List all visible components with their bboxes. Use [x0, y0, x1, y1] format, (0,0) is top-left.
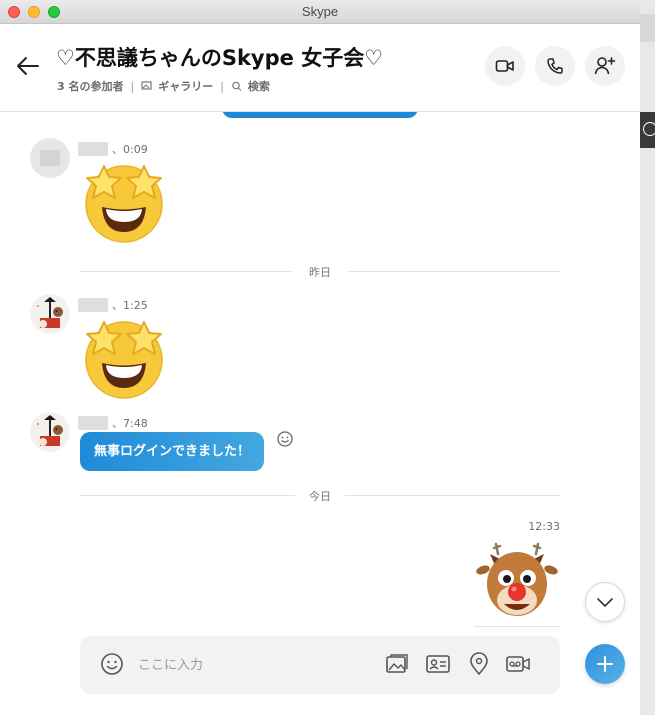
location-pin-icon[interactable] [466, 652, 492, 676]
message-input[interactable] [138, 654, 358, 676]
day-divider-label: 今日 [299, 490, 341, 503]
skype-window: Skype ♡不思議ちゃんのSkype 女子会♡ 3 名の参加者 | ギャラリー… [0, 0, 640, 715]
contact-card-icon[interactable] [425, 652, 451, 676]
avatar[interactable] [30, 412, 70, 452]
chevron-down-icon [597, 598, 613, 607]
search-icon [232, 81, 242, 91]
day-divider-label: 昨日 [299, 266, 341, 279]
conversation-header: ♡不思議ちゃんのSkype 女子会♡ 3 名の参加者 | ギャラリー | 検索 [0, 24, 640, 112]
arrow-left-icon [17, 57, 39, 75]
back-button[interactable] [14, 54, 42, 78]
message-meta: 、1:25 [78, 297, 148, 313]
separator: | [220, 79, 224, 93]
plus-button[interactable] [585, 644, 625, 684]
message-bubble-partial [222, 112, 418, 118]
video-call-button[interactable] [485, 46, 525, 86]
add-reaction-icon[interactable] [276, 430, 294, 448]
audio-call-button[interactable] [535, 46, 575, 86]
gallery-link[interactable]: ギャラリー [158, 78, 213, 94]
search-link[interactable]: 検索 [248, 78, 270, 94]
title-bar: Skype [0, 0, 640, 24]
star-eyes-emoji[interactable] [82, 316, 166, 400]
plus-icon [597, 656, 613, 672]
day-divider: 今日 [80, 488, 560, 503]
phone-icon [547, 58, 563, 74]
conversation-subline: 3 名の参加者 | ギャラリー | 検索 [57, 78, 270, 94]
day-divider: 昨日 [80, 264, 560, 279]
message-time: 、7:48 [112, 417, 148, 430]
video-camera-icon [495, 60, 514, 72]
image-icon[interactable] [384, 652, 410, 676]
avatar[interactable] [30, 138, 70, 178]
message-time: 、0:09 [112, 143, 148, 156]
avatar[interactable] [30, 294, 70, 334]
voicemail-icon[interactable] [505, 652, 531, 676]
background-app-edge [640, 0, 655, 715]
reindeer-sticker[interactable] [474, 540, 560, 626]
message-time: 、1:25 [112, 299, 148, 312]
gallery-icon [141, 81, 152, 90]
smiley-icon[interactable] [100, 652, 124, 676]
add-person-icon [594, 57, 616, 75]
add-participant-button[interactable] [585, 46, 625, 86]
sender-name-redacted [78, 298, 108, 312]
window-title: Skype [301, 4, 339, 19]
scroll-to-bottom-button[interactable] [585, 582, 625, 622]
separator: | [130, 79, 135, 93]
message-list[interactable]: 、0:09 昨日 、1:25 、7:48 無事ログインできました！ 今日 12:… [0, 112, 640, 630]
message-meta: 、0:09 [78, 141, 148, 157]
star-eyes-emoji[interactable] [82, 160, 166, 244]
sender-name-redacted [78, 416, 108, 430]
message-separator-line [474, 626, 560, 627]
message-meta: 、7:48 [78, 415, 148, 431]
sender-name-redacted [78, 142, 108, 156]
participants-link[interactable]: 3 名の参加者 [57, 78, 123, 94]
conversation-title[interactable]: ♡不思議ちゃんのSkype 女子会♡ [56, 42, 383, 72]
composer [80, 636, 560, 694]
message-time: 12:33 [528, 520, 560, 533]
message-bubble[interactable]: 無事ログインできました！ [80, 432, 265, 471]
